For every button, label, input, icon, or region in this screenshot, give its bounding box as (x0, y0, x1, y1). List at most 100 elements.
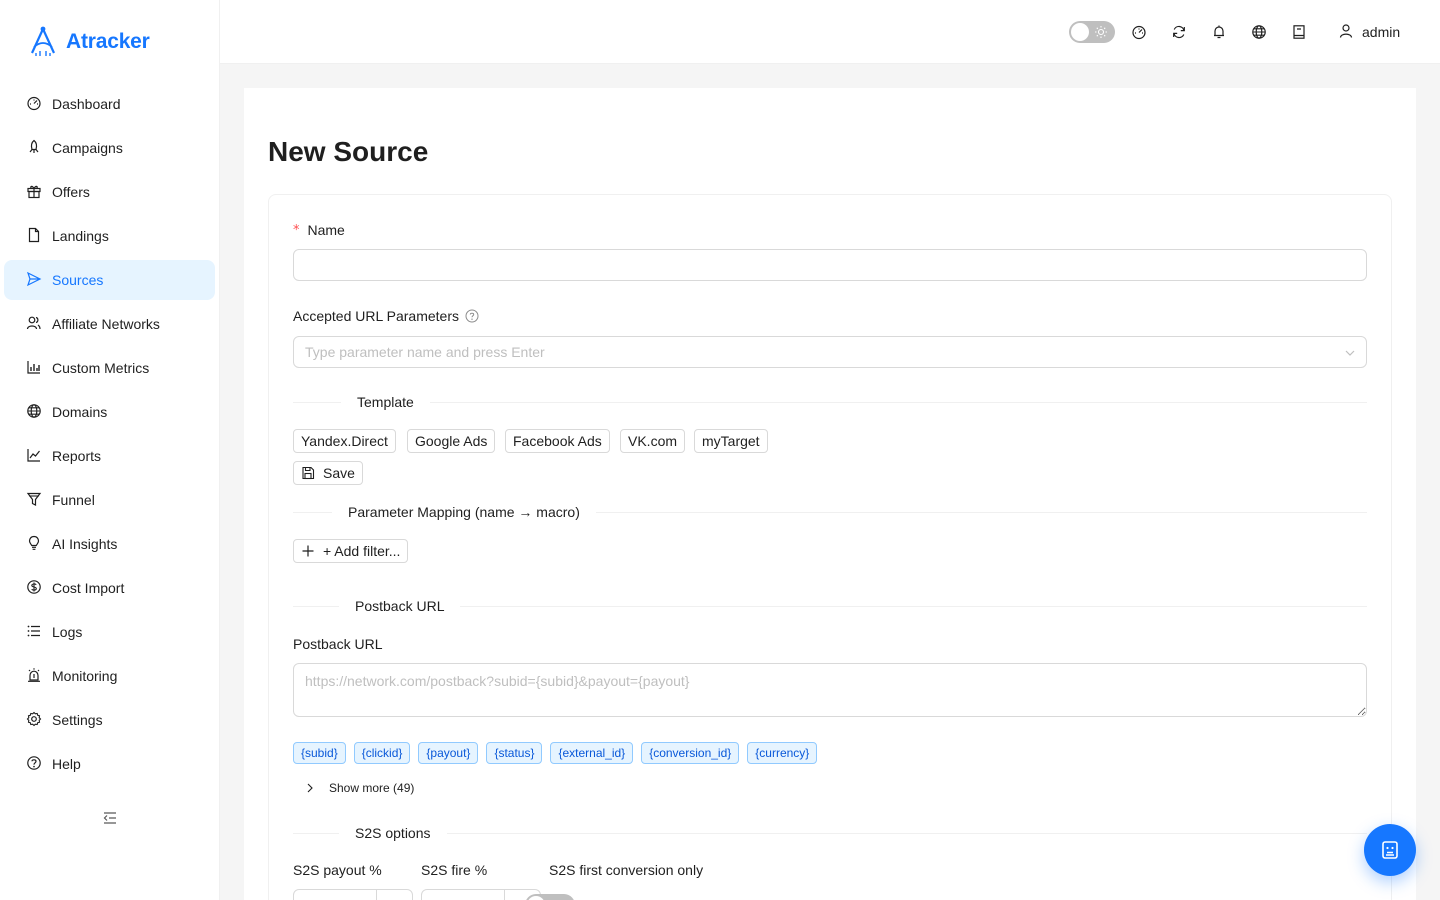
template-mytarget-button[interactable]: myTarget (694, 429, 768, 453)
sidebar-item-label: Help (52, 756, 81, 772)
add-filter-button[interactable]: + Add filter... (293, 539, 409, 563)
sidebar-item-label: Dashboard (52, 96, 121, 112)
alert-icon (26, 667, 42, 686)
sidebar: Atracker Dashboard Campaigns Offers Land… (0, 0, 220, 900)
macro-tags: {subid} {clickid} {payout} {status} {ext… (293, 742, 818, 764)
s2s-first-conversion-label: S2S first conversion only (549, 862, 704, 878)
accepted-params-placeholder: Type parameter name and press Enter (305, 344, 545, 360)
postback-url-label-text: Postback URL (293, 636, 383, 652)
globe-icon[interactable] (1251, 24, 1267, 40)
s2s-options-divider: S2S options (293, 822, 1367, 844)
sidebar-item-logs[interactable]: Logs (4, 612, 215, 652)
gear-icon (26, 711, 42, 730)
logo[interactable]: Atracker (26, 26, 150, 58)
funnel-icon (26, 491, 42, 510)
s2s-fire-label: S2S fire % (421, 862, 488, 878)
sidebar-item-custom-metrics[interactable]: Custom Metrics (4, 348, 215, 388)
template-facebook-ads-button[interactable]: Facebook Ads (505, 429, 610, 453)
sidebar-item-label: Domains (52, 404, 108, 420)
assistant-fab-button[interactable] (1364, 824, 1416, 876)
template-vk-button[interactable]: VK.com (620, 429, 686, 453)
sidebar-item-label: Settings (52, 712, 103, 728)
save-label: Save (323, 465, 355, 481)
refresh-icon[interactable] (1171, 24, 1187, 40)
sidebar-item-campaigns[interactable]: Campaigns (4, 128, 215, 168)
macro-tag-payout[interactable]: {payout} (418, 742, 479, 764)
rocket-icon (26, 139, 42, 158)
sidebar-item-domains[interactable]: Domains (4, 392, 215, 432)
user-menu[interactable]: admin (1338, 22, 1400, 42)
macro-tag-subid[interactable]: {subid} (293, 742, 346, 764)
sun-icon (1095, 26, 1107, 38)
sidebar-item-cost-import[interactable]: Cost Import (4, 568, 215, 608)
sidebar-item-help[interactable]: Help (4, 744, 215, 784)
send-icon (26, 271, 42, 290)
sidebar-item-offers[interactable]: Offers (4, 172, 215, 212)
save-template-button[interactable]: Save (293, 461, 363, 485)
accepted-params-select[interactable]: Type parameter name and press Enter (293, 336, 1367, 368)
name-input[interactable] (293, 249, 1367, 281)
dashboard-icon[interactable] (1131, 24, 1147, 40)
theme-toggle[interactable] (1069, 21, 1115, 43)
macro-tag-external-id[interactable]: {external_id} (550, 742, 634, 764)
s2s-payout-input[interactable] (293, 889, 413, 900)
sidebar-item-landings[interactable]: Landings (4, 216, 215, 256)
sidebar-item-label: Custom Metrics (52, 360, 150, 376)
bell-icon[interactable] (1211, 24, 1227, 40)
macro-tag-conversion-id[interactable]: {conversion_id} (641, 742, 740, 764)
user-icon (1338, 23, 1354, 42)
question-circle-icon[interactable] (465, 309, 479, 323)
file-icon (26, 227, 42, 246)
book-icon[interactable] (1291, 24, 1307, 40)
dashboard-icon (26, 95, 42, 114)
template-divider: Template (293, 391, 1367, 413)
sidebar-item-affiliate-networks[interactable]: Affiliate Networks (4, 304, 215, 344)
list-icon (26, 623, 42, 642)
add-filter-label: + Add filter... (323, 543, 401, 559)
postback-url-label: Postback URL (293, 636, 382, 652)
app-name: Atracker (66, 30, 150, 53)
show-more-toggle[interactable]: Show more (49) (305, 779, 414, 797)
accepted-params-label: Accepted URL Parameters (293, 308, 479, 324)
s2s-first-conversion-switch[interactable] (525, 894, 575, 900)
sidebar-item-label: Affiliate Networks (52, 316, 160, 332)
sidebar-item-label: Landings (52, 228, 109, 244)
question-icon (26, 755, 42, 774)
macro-tag-clickid[interactable]: {clickid} (353, 742, 411, 764)
switch-knob (527, 896, 545, 900)
sidebar-item-label: Sources (52, 272, 104, 288)
sidebar-item-label: Logs (52, 624, 83, 640)
parameter-mapping-divider-text: Parameter Mapping (name → macro) (348, 504, 580, 520)
bulb-icon (26, 535, 42, 554)
accepted-params-label-text: Accepted URL Parameters (293, 308, 459, 324)
sidebar-item-settings[interactable]: Settings (4, 700, 215, 740)
sidebar-item-label: Campaigns (52, 140, 123, 156)
page-title: New Source (268, 136, 429, 167)
required-mark: * (293, 222, 300, 238)
s2s-fire-input[interactable] (421, 889, 541, 900)
source-form-card: * Name Accepted URL Parameters Type para… (268, 194, 1392, 900)
macro-tag-status[interactable]: {status} (486, 742, 543, 764)
main-content: New Source * Name Accepted URL Parameter… (244, 88, 1416, 900)
show-more-label: Show more (49) (329, 781, 415, 795)
sidebar-item-funnel[interactable]: Funnel (4, 480, 215, 520)
antenna-logo-icon (26, 25, 60, 60)
dollar-icon (26, 579, 42, 598)
template-yandex-direct-button[interactable]: Yandex.Direct (293, 429, 396, 453)
postback-url-textarea[interactable] (293, 663, 1367, 717)
chevron-right-icon (307, 783, 313, 793)
bar-chart-icon (26, 359, 42, 378)
collapse-sidebar-icon[interactable] (101, 809, 119, 827)
number-stepper[interactable] (376, 890, 412, 900)
sidebar-item-ai-insights[interactable]: AI Insights (4, 524, 215, 564)
sidebar-item-monitoring[interactable]: Monitoring (4, 656, 215, 696)
sidebar-item-reports[interactable]: Reports (4, 436, 215, 476)
sidebar-item-dashboard[interactable]: Dashboard (4, 84, 215, 124)
sidebar-item-label: AI Insights (52, 536, 118, 552)
globe-icon (26, 403, 42, 422)
sidebar-nav: Dashboard Campaigns Offers Landings Sour… (4, 84, 215, 788)
template-google-ads-button[interactable]: Google Ads (407, 429, 496, 453)
sidebar-item-sources[interactable]: Sources (4, 260, 215, 300)
macro-tag-currency[interactable]: {currency} (747, 742, 818, 764)
sidebar-item-label: Reports (52, 448, 102, 464)
